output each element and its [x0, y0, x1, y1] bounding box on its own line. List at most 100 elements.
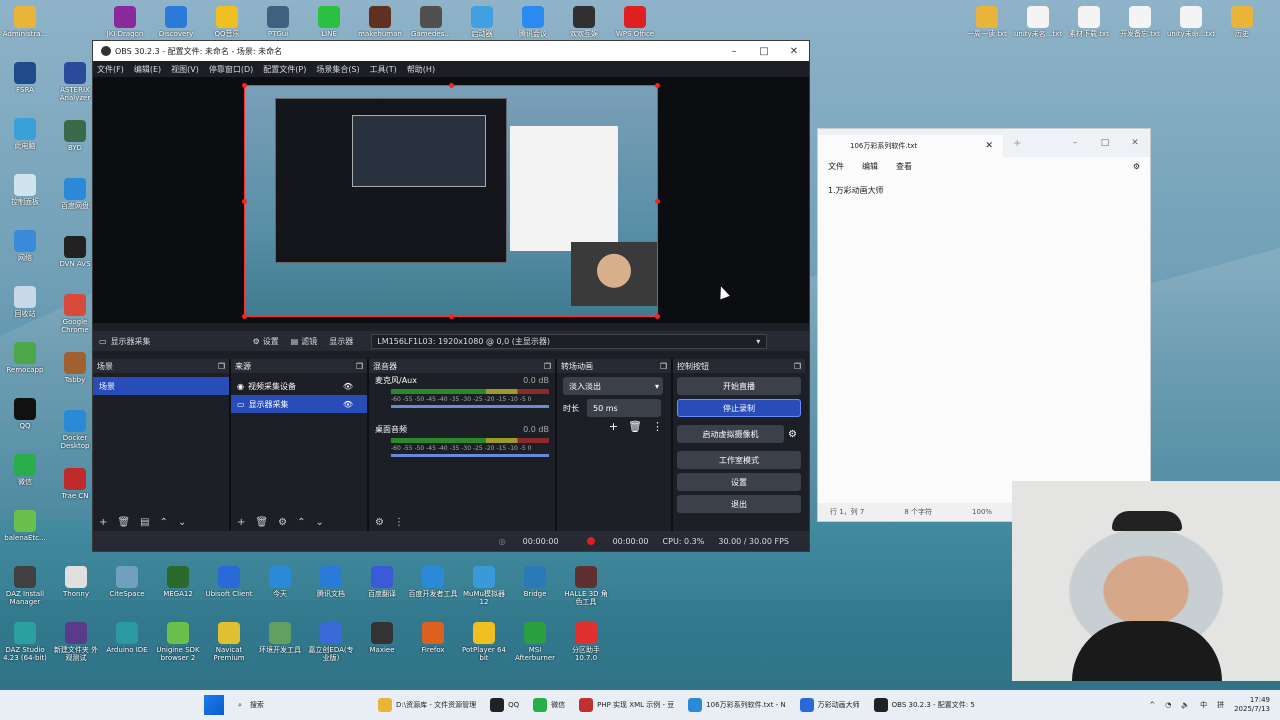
notepad-titlebar[interactable]: 106万彩系列软件.txt ✕ + – □ ✕ [818, 129, 1150, 157]
desktop-icon-bottom1-8[interactable]: 百度开发者工具 [408, 566, 458, 606]
resize-handle[interactable] [242, 199, 247, 204]
obs-menu-item-1[interactable]: 编辑(E) [134, 64, 161, 75]
volume-icon[interactable]: 🔈 [1181, 701, 1190, 709]
add-icon[interactable]: + [99, 517, 107, 528]
add-icon[interactable]: + [609, 420, 618, 433]
exit-button[interactable]: 退出 [677, 495, 801, 513]
obs-menu-item-6[interactable]: 工具(T) [370, 64, 397, 75]
desktop-icon-bottom1-0[interactable]: DAZ Install Manager [0, 566, 50, 606]
settings-button[interactable]: 设置 [677, 473, 801, 491]
obs-menu-item-7[interactable]: 帮助(H) [407, 64, 435, 75]
undock-icon[interactable]: ❐ [544, 362, 551, 371]
start-virtual-camera-button[interactable]: 启动虚拟摄像机 [677, 425, 785, 443]
desktop-icon-left-7[interactable]: QQ [0, 398, 50, 438]
desktop-icon-right-0[interactable]: 一周一读.txt [962, 6, 1012, 46]
ime-mode[interactable]: 中 [1200, 700, 1207, 710]
taskbar-app-4[interactable]: 106万彩系列软件.txt - N [688, 698, 786, 712]
duration-input[interactable]: 50 ms [587, 399, 661, 417]
menu-view[interactable]: 查看 [896, 161, 912, 172]
gear-icon[interactable]: ⚙ [1133, 162, 1140, 171]
maximize-icon[interactable]: □ [1090, 138, 1120, 148]
desktop-icon-right-5[interactable]: 历史 [1217, 6, 1267, 46]
close-icon[interactable]: ✕ [779, 46, 809, 57]
desktop-icon-bottom1-9[interactable]: MuMu模拟器12 [459, 566, 509, 606]
obs-menu-item-2[interactable]: 视图(V) [171, 64, 199, 75]
taskbar-app-6[interactable]: OBS 30.2.3 - 配置文件: 5 [873, 698, 975, 712]
desktop-icon-left-2[interactable]: 此电脑 [0, 118, 50, 158]
trash-icon[interactable]: 🗑 [117, 517, 130, 528]
preview-source[interactable] [242, 83, 660, 319]
studio-mode-button[interactable]: 工作室模式 [677, 451, 801, 469]
windows-start-icon[interactable] [204, 695, 224, 715]
trash-icon[interactable]: 🗑 [255, 517, 268, 528]
taskbar-app-1[interactable]: QQ [490, 698, 519, 712]
desktop-icon-bottom2-7[interactable]: Maxiee [357, 622, 407, 662]
desktop-volume-slider[interactable] [391, 454, 549, 457]
desktop-icon-left-0[interactable]: Administra... [0, 6, 50, 46]
notepad-window[interactable]: 106万彩系列软件.txt ✕ + – □ ✕ 文件 编辑 查看 ⚙ 1.万彩动… [817, 128, 1151, 522]
undock-icon[interactable]: ❐ [356, 362, 363, 371]
undock-icon[interactable]: ❐ [660, 362, 667, 371]
obs-window[interactable]: OBS 30.2.3 - 配置文件: 未命名 - 场景: 未命名 – □ ✕ 文… [92, 40, 810, 552]
new-tab-icon[interactable]: + [1013, 138, 1021, 149]
desktop-icon-bottom2-11[interactable]: 分区助手 10.7.0 [561, 622, 611, 662]
notepad-tab[interactable]: 106万彩系列软件.txt ✕ [818, 135, 1003, 157]
display-select[interactable]: LM156LF1L03: 1920x1080 @ 0,0 (主显示器) ▾ [371, 333, 768, 349]
gear-icon[interactable]: ⚙ [375, 517, 384, 528]
resize-handle[interactable] [655, 199, 660, 204]
arrow-up-icon[interactable]: ⌃ [297, 517, 305, 528]
menu-edit[interactable]: 编辑 [862, 161, 878, 172]
desktop-icon-bottom2-10[interactable]: MSI Afterburner [510, 622, 560, 662]
obs-preview[interactable] [93, 77, 809, 323]
notepad-editor[interactable]: 1.万彩动画大师 [818, 175, 1150, 475]
desktop-icon-bottom1-5[interactable]: 今天 [255, 566, 305, 606]
desktop-icon-bottom2-1[interactable]: 新建文件夹 外观测试 [51, 622, 101, 662]
resize-handle[interactable] [655, 314, 660, 319]
eye-icon[interactable]: 👁 [343, 382, 353, 391]
obs-menu-item-4[interactable]: 配置文件(P) [263, 64, 306, 75]
taskbar-app-5[interactable]: 万彩动画大师 [799, 698, 860, 712]
obs-menu-item-5[interactable]: 场景集合(S) [316, 64, 359, 75]
desktop-icon-left-1[interactable]: FSRA [0, 62, 50, 102]
resize-handle[interactable] [242, 83, 247, 88]
desktop-icon-bottom2-4[interactable]: Navicat Premium [204, 622, 254, 662]
mic-volume-slider[interactable] [391, 405, 549, 408]
close-tab-icon[interactable]: ✕ [985, 141, 993, 151]
source-item-video-capture[interactable]: ◉ 视频采集设备 👁 [231, 377, 367, 395]
desktop-icon-bottom1-11[interactable]: HALLE 3D 角色工具 [561, 566, 611, 606]
close-icon[interactable]: ✕ [1120, 138, 1150, 148]
clock[interactable]: 17:49 2025/7/13 [1234, 696, 1270, 714]
ime-pinyin[interactable]: 拼 [1217, 700, 1224, 710]
desktop-icon-bottom2-5[interactable]: 环境开发工具 [255, 622, 305, 662]
resize-handle[interactable] [655, 83, 660, 88]
maximize-icon[interactable]: □ [749, 46, 779, 57]
desktop-icon-left-8[interactable]: 微信 [0, 454, 50, 494]
arrow-down-icon[interactable]: ⌄ [178, 517, 186, 528]
resize-handle[interactable] [242, 314, 247, 319]
desktop-icon-bottom1-6[interactable]: 腾讯文档 [306, 566, 356, 606]
undock-icon[interactable]: ❐ [794, 362, 801, 371]
stop-recording-button[interactable]: 停止录制 [677, 399, 801, 417]
desktop-icon-bottom1-2[interactable]: CiteSpace [102, 566, 152, 606]
taskbar-search[interactable]: ⌕ 搜索 [238, 700, 358, 710]
gear-icon[interactable]: ⚙ [278, 517, 287, 528]
obs-titlebar[interactable]: OBS 30.2.3 - 配置文件: 未命名 - 场景: 未命名 – □ ✕ [93, 41, 809, 61]
desktop-icon-bottom1-4[interactable]: Ubisoft Client [204, 566, 254, 606]
desktop-icon-right-3[interactable]: 开发备忘.txt [1115, 6, 1165, 46]
resize-handle[interactable] [449, 83, 454, 88]
taskbar-app-3[interactable]: PHP 实现 XML 示例 - 豆 [579, 698, 674, 712]
resize-handle[interactable] [449, 314, 454, 319]
minimize-icon[interactable]: – [719, 46, 749, 57]
taskbar-app-0[interactable]: D:\资源库 - 文件资源管理 [378, 698, 476, 712]
desktop-icon-bottom1-10[interactable]: Bridge [510, 566, 560, 606]
desktop-icon-right-2[interactable]: 素材下载.txt [1064, 6, 1114, 46]
arrow-up-icon[interactable]: ⌃ [160, 517, 168, 528]
scene-item[interactable]: 场景 [93, 377, 229, 395]
desktop-icon-bottom2-6[interactable]: 嘉立创EDA(专业版) [306, 622, 356, 662]
desktop-icon-left-3[interactable]: 控制面板 [0, 174, 50, 214]
minimize-icon[interactable]: – [1060, 138, 1090, 148]
transition-select[interactable]: 淡入淡出 ▾ [563, 377, 663, 395]
obs-menu-item-0[interactable]: 文件(F) [97, 64, 124, 75]
more-icon[interactable]: ⋮ [652, 420, 663, 433]
desktop-icon-left-9[interactable]: balenaEtc... [0, 510, 50, 550]
